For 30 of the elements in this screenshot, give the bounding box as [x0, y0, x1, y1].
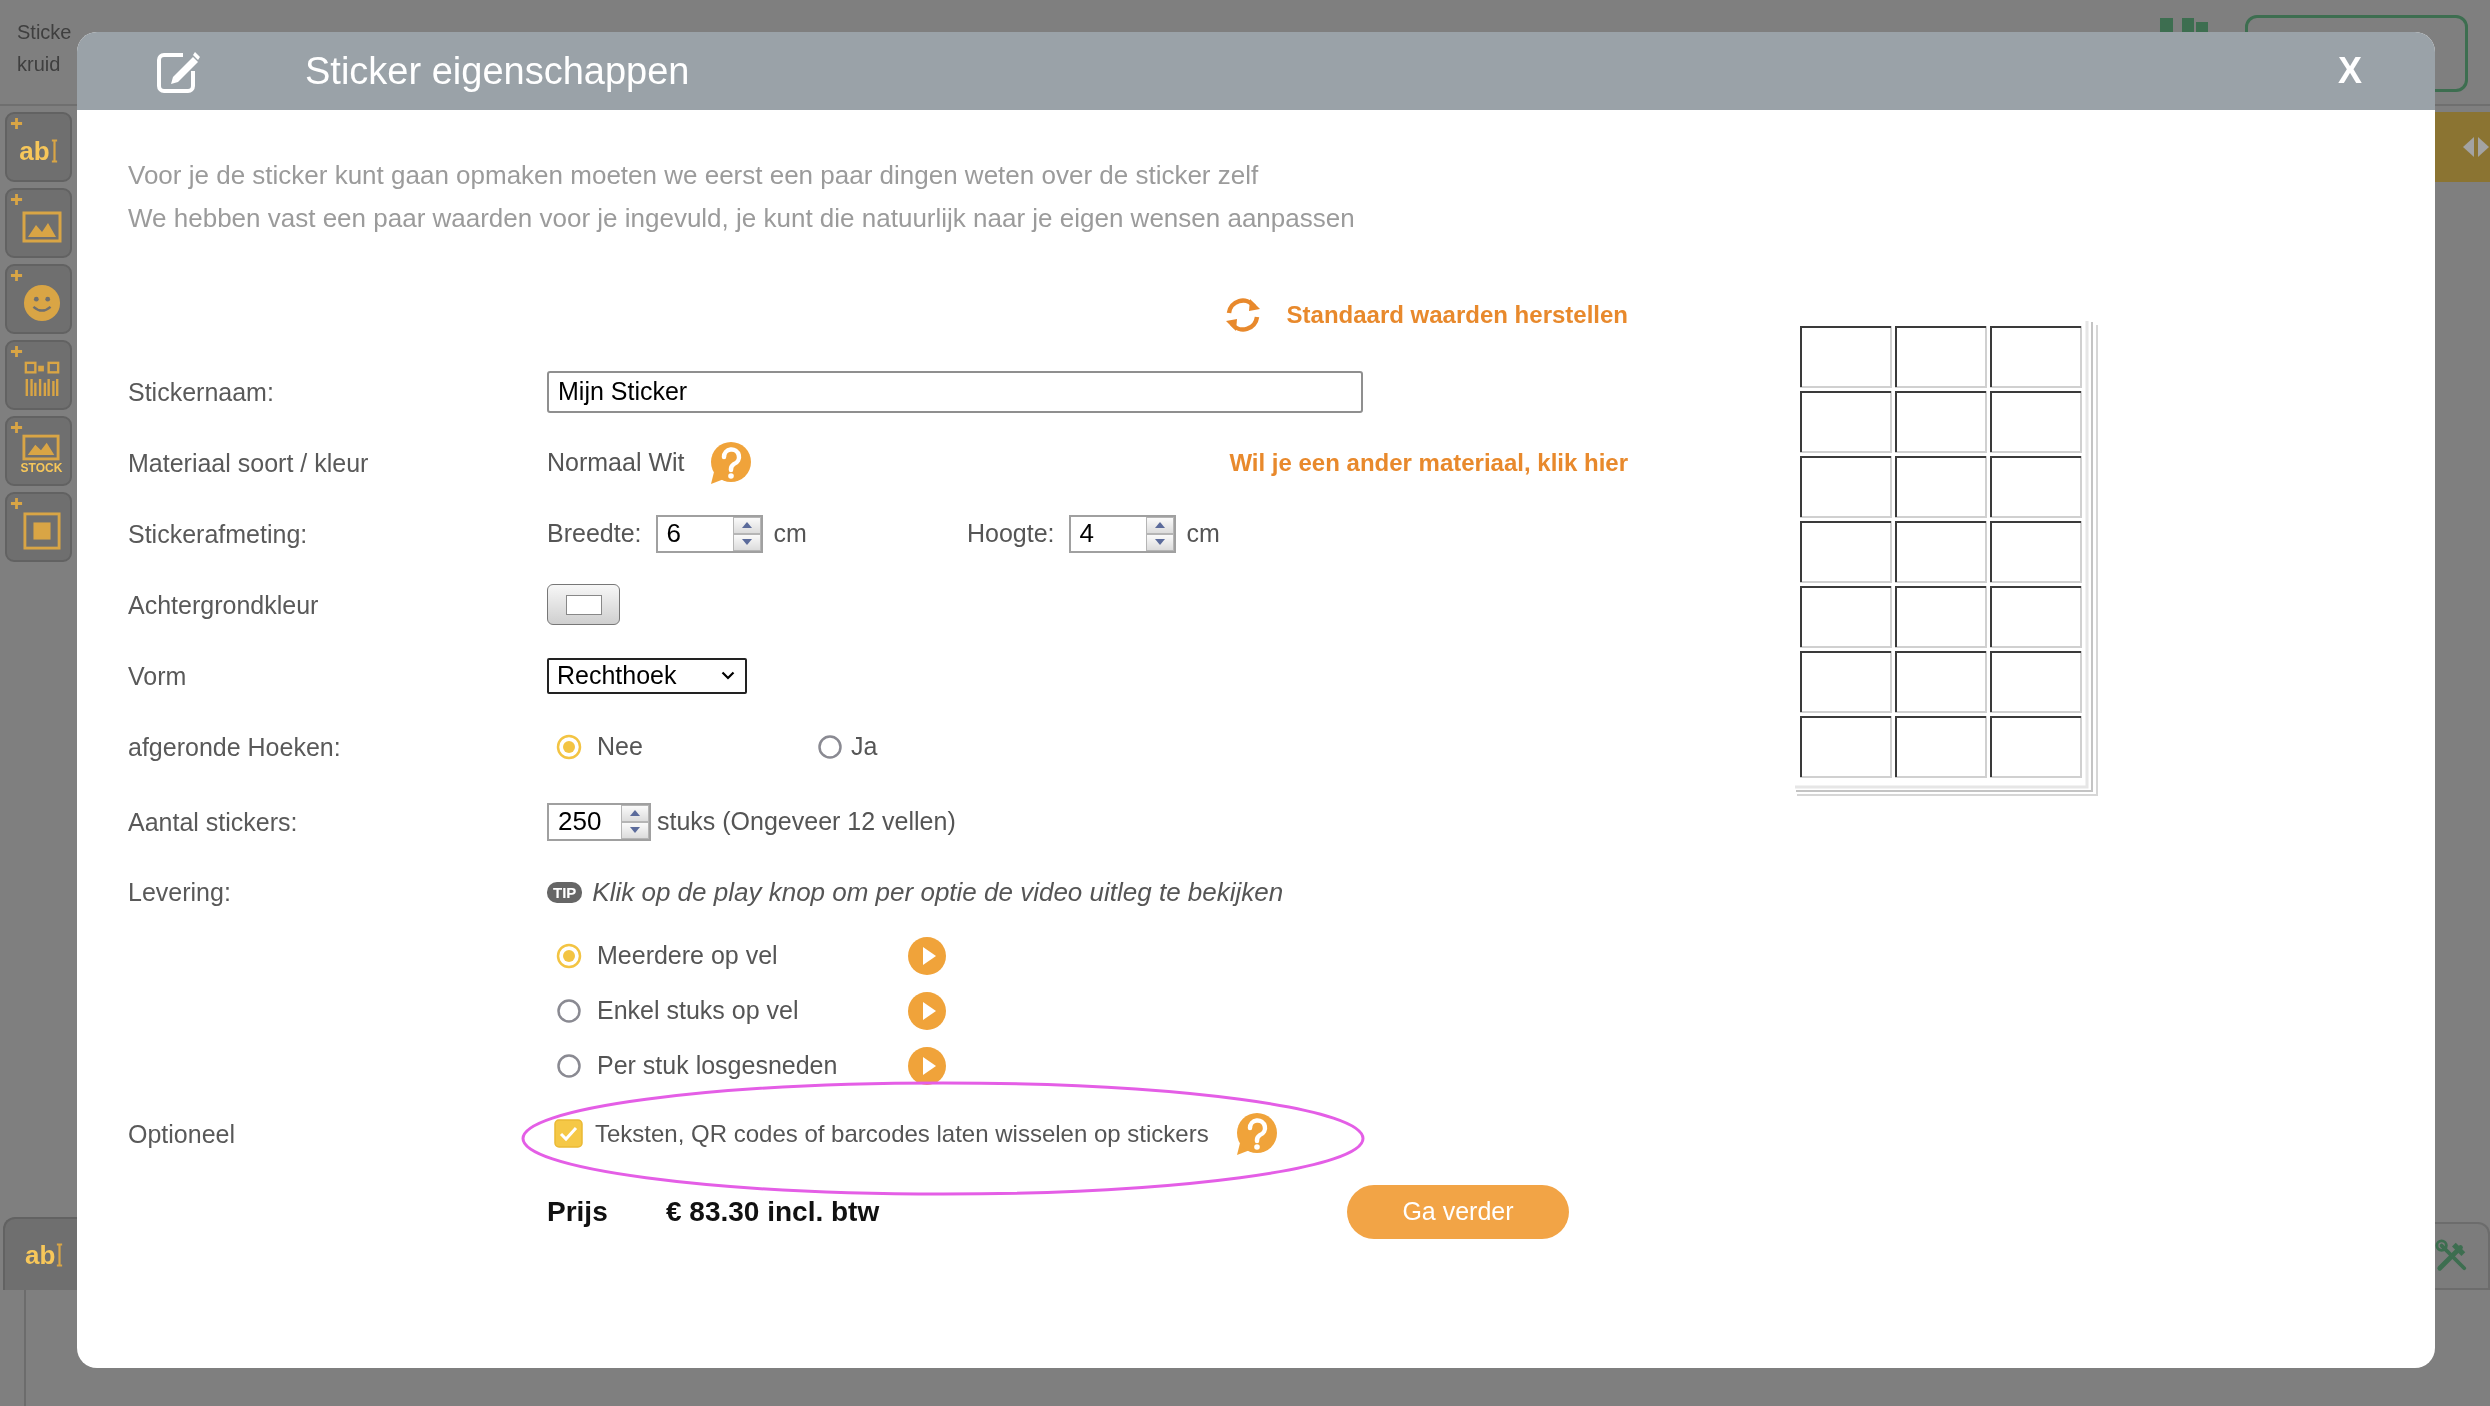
- price-label: Prijs: [547, 1195, 608, 1228]
- price-value: € 83.30 incl. btw: [666, 1195, 880, 1228]
- field-label: Vorm: [128, 661, 187, 690]
- intro-text: Voor je de sticker kunt gaan opmaken moeten we eerst een paar dingen weten over de sticker zelf: [128, 159, 1259, 192]
- tip-text: Klik op de play knop om per optie de video uitleg te bekijken: [592, 877, 1284, 908]
- dimension-label: Breedte:: [547, 519, 642, 548]
- unit-label: cm: [773, 519, 807, 548]
- option-label: Enkel stuks op vel: [597, 996, 799, 1025]
- quantity-note: stuks (Ongeveer 12 vellen): [657, 807, 956, 836]
- app-title-text: Sticke: [17, 20, 72, 44]
- material-name: Normaal Wit: [547, 448, 685, 477]
- field-label: Materiaal soort / kleur: [128, 448, 369, 477]
- checkbox-label: Teksten, QR codes of barcodes laten wisselen op stickers: [595, 1119, 1209, 1148]
- field-label: Aantal stickers:: [128, 807, 298, 836]
- field-label: Stickerafmeting:: [128, 519, 308, 548]
- option-label: Nee: [597, 732, 643, 761]
- field-label: Achtergrondkleur: [128, 590, 319, 619]
- dimension-label: Hoogte:: [967, 519, 1055, 548]
- option-label: Ja: [851, 732, 878, 761]
- field-label: Optioneel: [128, 1119, 236, 1148]
- intro-text: We hebben vast een paar waarden voor je ingevuld, je kunt die natuurlijk naar je eigen wensen aanpassen: [128, 202, 1355, 235]
- dialog-title: Sticker eigenschappen: [305, 49, 690, 94]
- app-title-text: kruid: [17, 52, 61, 76]
- option-label: Meerdere op vel: [597, 941, 778, 970]
- tip-badge: TIP: [547, 882, 583, 903]
- option-label: Per stuk losgesneden: [597, 1051, 838, 1080]
- field-label: afgeronde Hoeken:: [128, 732, 341, 761]
- field-label: Levering:: [128, 878, 231, 906]
- field-label: Stickernaam:: [128, 377, 274, 406]
- unit-label: cm: [1186, 519, 1220, 548]
